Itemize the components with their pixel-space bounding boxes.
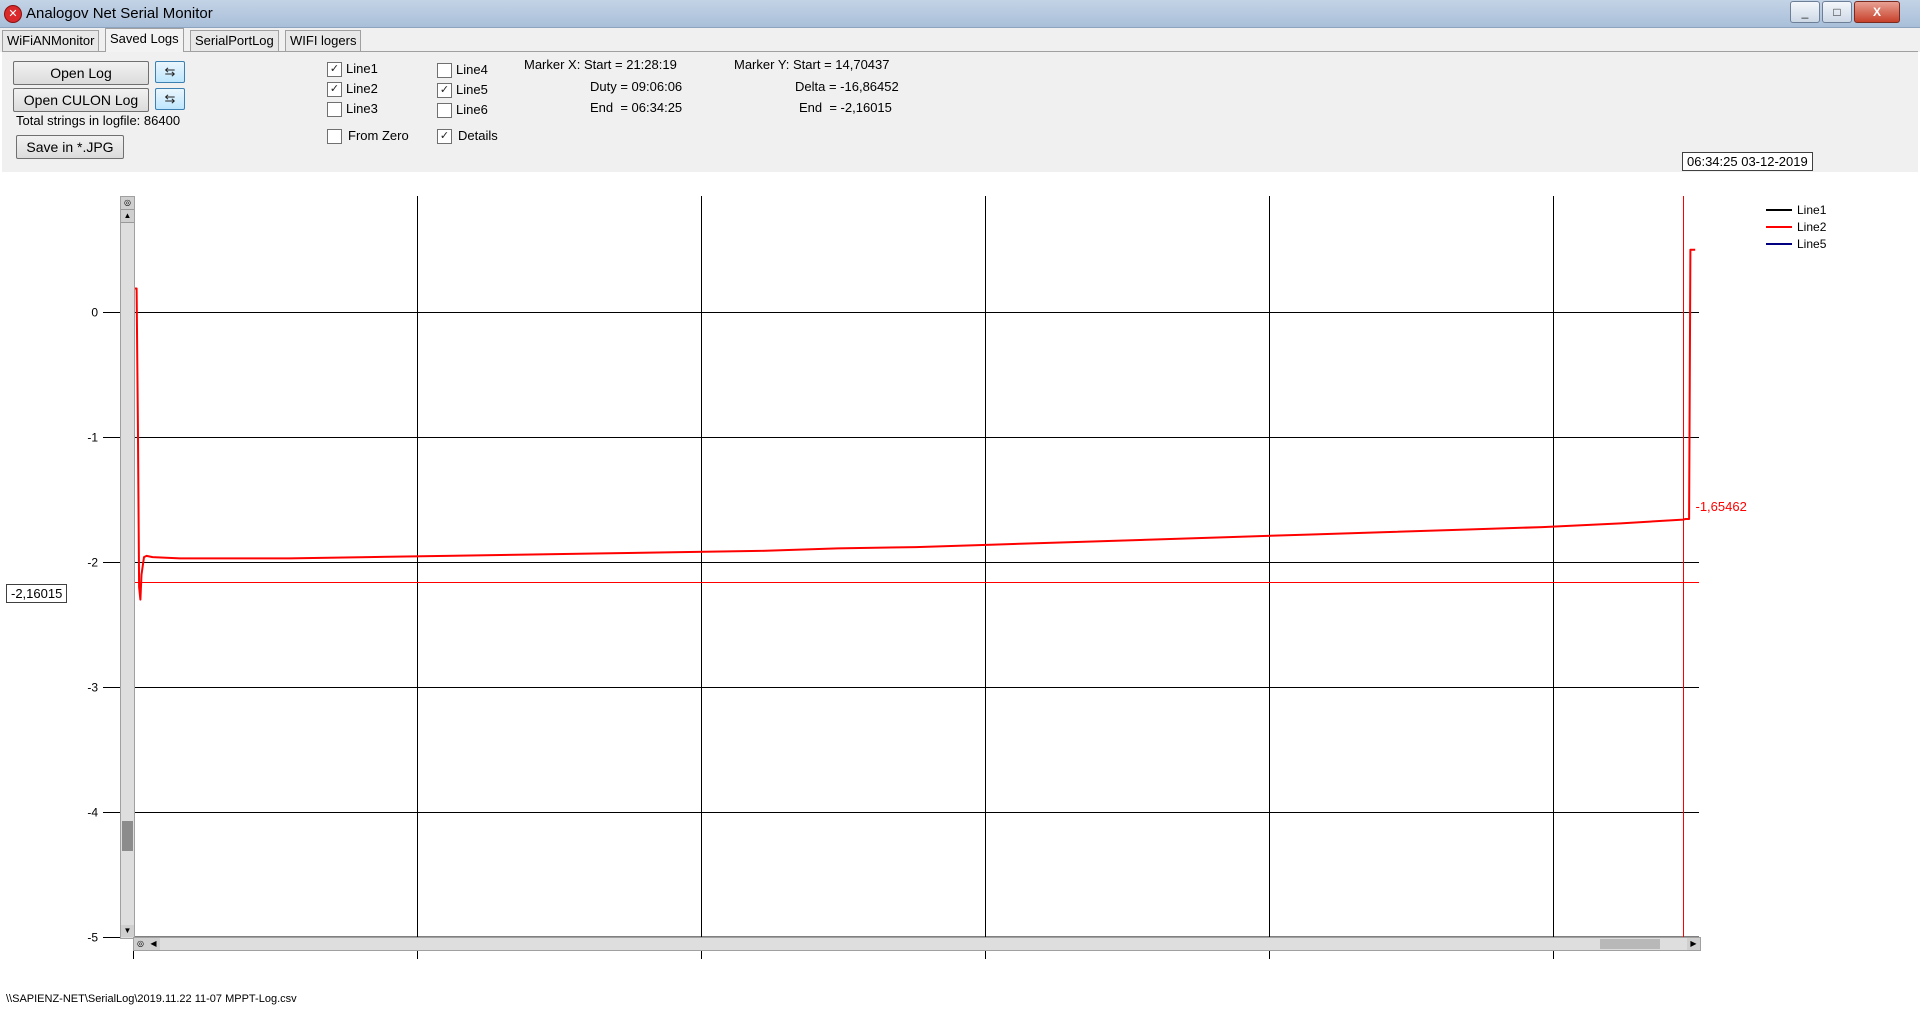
line2-label: Line2 — [346, 81, 378, 96]
title-bar: ✕ Analogov Net Serial Monitor _ □ X — [0, 0, 1920, 28]
legend-label-line1: Line1 — [1797, 203, 1827, 217]
line5-label: Line5 — [456, 82, 488, 97]
marker-x-duty: Duty = 09:06:06 — [590, 79, 683, 94]
close-button[interactable]: X — [1854, 1, 1900, 23]
vertical-scroll-thumb[interactable] — [122, 821, 133, 851]
series-line-line2 — [133, 248, 1696, 601]
line3-checkbox[interactable] — [327, 102, 342, 117]
marker-end-value-label: -1,65462 — [1696, 499, 1747, 514]
window-title: Analogov Net Serial Monitor — [26, 5, 213, 22]
line4-checkbox[interactable] — [437, 63, 452, 78]
maximize-button[interactable]: □ — [1822, 1, 1852, 23]
line6-checkbox[interactable] — [437, 103, 452, 118]
minimize-button[interactable]: _ — [1790, 1, 1820, 23]
y-tick-label: -2 — [87, 556, 98, 570]
marker-x-start: Marker X: Start = 21:28:19 — [524, 57, 677, 72]
control-panel: Open Log ⇆ Open CULON Log ⇆ Total string… — [2, 51, 1918, 172]
scroll-up-icon[interactable]: ▲ — [121, 210, 134, 223]
line1-label: Line1 — [346, 61, 378, 76]
line3-label: Line3 — [346, 101, 378, 116]
refresh-log-button[interactable]: ⇆ — [155, 61, 185, 83]
tab-bar: WiFiANMonitor Saved Logs SerialPortLog W… — [0, 28, 1920, 52]
details-checkbox[interactable]: ✓ — [437, 129, 452, 144]
y-tick-label: -3 — [87, 681, 98, 695]
scroll-right-icon[interactable]: ▶ — [1687, 938, 1700, 950]
horizontal-scrollbar[interactable]: ◎ ◀ ▶ — [133, 937, 1701, 951]
legend-label-line2: Line2 — [1797, 220, 1827, 234]
vertical-scrollbar[interactable]: ◎ ▲ ▼ — [120, 196, 135, 939]
legend-label-line5: Line5 — [1797, 237, 1827, 251]
marker-y-end: End = -2,16015 — [799, 100, 892, 115]
line4-label: Line4 — [456, 62, 488, 77]
horizontal-scroll-thumb[interactable] — [1600, 939, 1660, 949]
from-zero-label: From Zero — [348, 128, 409, 143]
line5-checkbox[interactable]: ✓ — [437, 83, 452, 98]
tab-serialportlog[interactable]: SerialPortLog — [190, 30, 279, 51]
from-zero-checkbox[interactable] — [327, 129, 342, 144]
y-tick-label: 0 — [91, 306, 98, 320]
scroll-zoom-icon[interactable]: ◎ — [134, 938, 147, 950]
open-culon-log-button[interactable]: Open CULON Log — [13, 88, 149, 112]
total-strings-label: Total strings in logfile: 86400 — [16, 113, 181, 128]
line1-checkbox[interactable]: ✓ — [327, 62, 342, 77]
scroll-down-icon[interactable]: ▼ — [121, 925, 134, 937]
save-jpg-button[interactable]: Save in *.JPG — [16, 135, 124, 159]
cursor-datetime-box: 06:34:25 03-12-2019 — [1682, 152, 1813, 171]
details-label: Details — [458, 128, 498, 143]
cursor-y-value-box: -2,16015 — [6, 584, 68, 603]
line6-label: Line6 — [456, 102, 488, 117]
y-tick-label: -5 — [87, 931, 98, 945]
tab-wifianmonitor[interactable]: WiFiANMonitor — [2, 30, 100, 51]
tab-wifi-logers[interactable]: WIFI logers — [285, 30, 362, 51]
marker-y-delta: Delta = -16,86452 — [795, 79, 899, 94]
line2-checkbox[interactable]: ✓ — [327, 82, 342, 97]
open-log-button[interactable]: Open Log — [13, 61, 149, 85]
marker-x-end: End = 06:34:25 — [590, 100, 683, 115]
refresh-culon-button[interactable]: ⇆ — [155, 88, 185, 110]
refresh-icon: ⇆ — [164, 91, 176, 106]
tab-saved-logs[interactable]: Saved Logs — [105, 28, 184, 52]
status-file-path: \\SAPIENZ-NET\SerialLog\2019.11.22 11-07… — [6, 993, 297, 1005]
app-close-circle-icon: ✕ — [4, 5, 22, 23]
y-tick-label: -4 — [87, 806, 98, 820]
refresh-icon: ⇆ — [164, 64, 176, 79]
scroll-left-icon[interactable]: ◀ — [147, 938, 160, 950]
marker-y-start: Marker Y: Start = 14,70437 — [734, 57, 890, 72]
scroll-zoom-icon[interactable]: ◎ — [121, 197, 134, 210]
y-tick-label: -1 — [87, 431, 98, 445]
